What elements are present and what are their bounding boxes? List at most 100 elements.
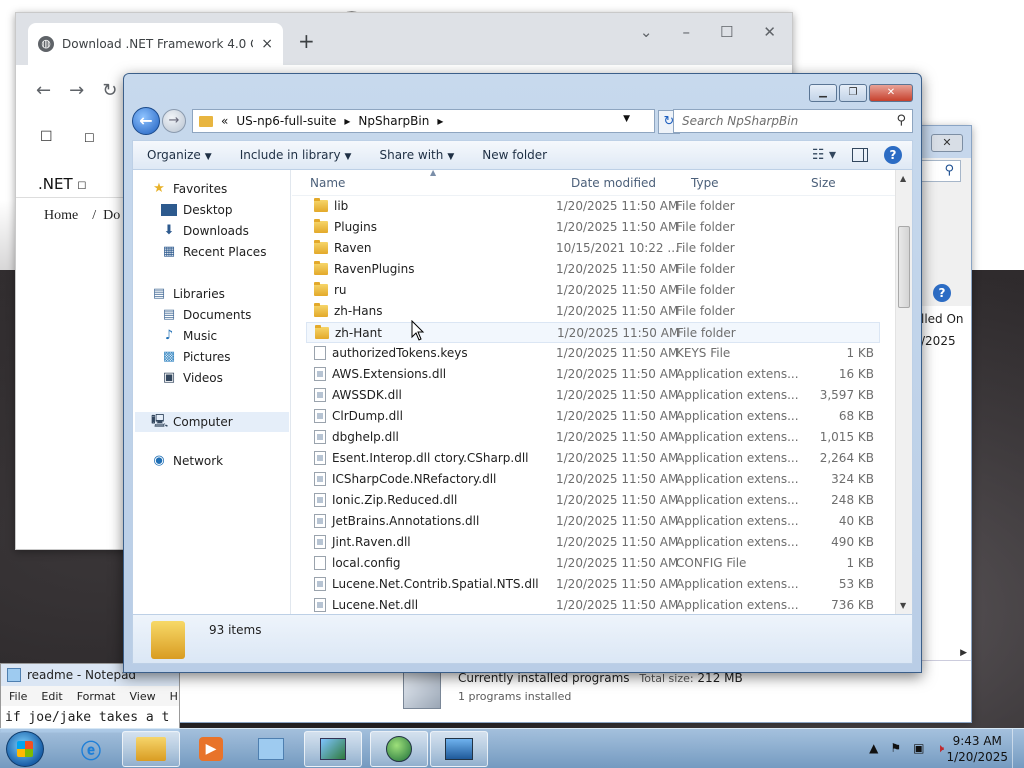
file-row[interactable]: zh-Hans 1/20/2025 11:50 AM File folder [306,301,880,322]
chrome-tab[interactable]: ◍ Download .NET Framework 4.0 C × [28,23,283,65]
close-icon[interactable]: ✕ [763,23,776,41]
file-row[interactable]: RavenPlugins 1/20/2025 11:50 AM File folde… [306,259,880,280]
maximize-button[interactable]: ❐ [839,84,867,102]
forward-arrow-icon[interactable]: → [69,80,84,101]
control-panel-button[interactable] [304,731,362,767]
file-row[interactable]: JetBrains.Annotations.dll 1/20/2025 11:50… [306,511,880,532]
forward-button[interactable]: → [162,109,186,133]
windows-explorer-button[interactable] [122,731,180,767]
address-bar[interactable]: « US-np6-full-suite ▸ NpSharpBin ▸ ▼ ↻ [192,109,680,134]
clock[interactable]: 9:43 AM 1/20/2025 [946,733,1008,765]
reload-icon[interactable]: ↻ [102,80,117,101]
file-row[interactable]: Jint.Raven.dll 1/20/2025 11:50 AM Applicat… [306,532,880,553]
tab-close-icon[interactable]: × [261,36,273,52]
nav-downloads[interactable]: ⬇ Downloads [161,224,249,239]
notepad-taskbar-button[interactable] [242,731,300,767]
file-row[interactable]: ru 1/20/2025 11:50 AM File folder [306,280,880,301]
file-row[interactable]: ICSharpCode.NRefactory.dll 1/20/2025 11:5… [306,469,880,490]
file-row[interactable]: Esent.Interop.dll ctory.CSharp.dll 1/20/2… [306,448,880,469]
media-player-button[interactable]: ▶ [182,731,240,767]
network-icon[interactable]: ▣ [913,741,924,756]
nav-network[interactable]: ◉ Network [151,454,223,469]
notepad-window[interactable]: readme - Notepad File Edit Format View H… [0,663,180,733]
breadcrumb-home[interactable]: Home [44,208,78,223]
explorer-window[interactable]: ▁ ❐ ✕ ← → « US-np6-full-suite ▸ NpSharpB… [123,73,922,673]
scroll-right-arrow-icon[interactable]: ▶ [960,648,967,658]
file-row[interactable]: AWS.Extensions.dll 1/20/2025 11:50 AM Appl… [306,364,880,385]
remote-desktop-button[interactable] [430,731,488,767]
show-hidden-icons-icon[interactable]: ▲ [869,741,878,756]
nav-favorites[interactable]: ★ Favorites [151,182,227,197]
scrollbar-thumb[interactable] [898,226,910,308]
chevron-right-icon[interactable]: ▸ [437,114,443,128]
file-row[interactable]: Plugins 1/20/2025 11:50 AM File folder [306,217,880,238]
nav-documents[interactable]: ▤ Documents [161,308,252,323]
scroll-up-arrow-icon[interactable]: ▲ [900,174,906,183]
scroll-down-arrow-icon[interactable]: ▼ [900,601,906,610]
app-button[interactable] [370,731,428,767]
file-row[interactable]: Lucene.Net.Contrib.Spatial.NTS.dll 1/20/2… [306,574,880,595]
address-overflow[interactable]: « [221,114,228,128]
breadcrumb-next[interactable]: Do [103,208,120,223]
minimize-button[interactable]: ▁ [809,84,837,102]
close-button[interactable]: ✕ [931,134,963,152]
address-segment[interactable]: NpSharpBin [358,114,429,128]
file-row[interactable]: local.config 1/20/2025 11:50 AM CONFIG Fil… [306,553,880,574]
column-header-name[interactable]: Name [310,176,345,190]
back-arrow-icon[interactable]: ← [36,80,51,101]
address-dropdown-icon[interactable]: ▼ [623,114,630,124]
nav-recent-places[interactable]: ▦ Recent Places [161,245,267,260]
file-row[interactable]: Raven 10/15/2021 10:22 ... File folder [306,238,880,259]
file-row[interactable]: Ionic.Zip.Reduced.dll 1/20/2025 11:50 AM A… [306,490,880,511]
notepad-text-area[interactable]: if joe/jake takes a t [1,706,179,729]
minimize-icon[interactable]: – [682,23,690,41]
dll-file-icon [314,472,326,486]
nav-pictures[interactable]: ▩ Pictures [161,350,231,365]
internet-explorer-button[interactable]: ⓔ [62,731,120,767]
column-header-type[interactable]: Type [691,176,719,190]
new-folder-button[interactable]: New folder [468,148,561,162]
search-icon[interactable]: ⚲ [896,113,906,128]
search-box[interactable]: Search NpSharpBin ⚲ [673,109,913,133]
volume-muted-icon[interactable]: 🕨 [936,741,944,756]
close-button[interactable]: ✕ [869,84,913,102]
file-row[interactable]: lib 1/20/2025 11:50 AM File folder [306,196,880,217]
nav-videos[interactable]: ▣ Videos [161,371,223,386]
nav-desktop[interactable]: Desktop [161,203,233,217]
show-desktop-button[interactable] [1012,729,1024,768]
menu-format[interactable]: Format [77,690,116,703]
nav-music[interactable]: ♪ Music [161,329,217,344]
file-row[interactable]: dbghelp.dll 1/20/2025 11:50 AM Application… [306,427,880,448]
share-with-button[interactable]: Share with ▼ [365,148,468,162]
menu-help[interactable]: H [170,690,178,703]
file-row[interactable]: Lucene.Net.dll 1/20/2025 11:50 AM Applicat… [306,595,880,614]
start-button[interactable] [6,731,44,767]
view-options-icon[interactable]: ☷ ▾ [812,147,836,163]
organize-button[interactable]: Organize ▼ [133,148,226,162]
flag-icon[interactable]: ⚑ [890,741,901,756]
address-segment[interactable]: US-np6-full-suite [236,114,336,128]
nav-computer[interactable]: 🖳 Computer [135,412,289,432]
search-input[interactable]: Search NpSharpBin [682,114,798,128]
chevron-right-icon[interactable]: ▸ [344,114,350,128]
file-row[interactable]: AWSSDK.dll 1/20/2025 11:50 AM Application … [306,385,880,406]
help-icon[interactable]: ? [884,146,902,164]
file-row[interactable]: ClrDump.dll 1/20/2025 11:50 AM Application… [306,406,880,427]
menu-view[interactable]: View [130,690,156,703]
preview-pane-icon[interactable] [852,148,868,162]
column-header-size[interactable]: Size [811,176,836,190]
nav-libraries[interactable]: ▤ Libraries [151,287,225,302]
column-header-installed-on[interactable]: lled On [919,306,971,332]
back-button[interactable]: ← [132,107,160,135]
file-row[interactable]: authorizedTokens.keys 1/20/2025 11:50 AM K… [306,343,880,364]
vertical-scrollbar[interactable]: ▲ ▼ [895,170,912,614]
help-icon[interactable]: ? [933,284,951,302]
column-header-date[interactable]: Date modified [571,176,656,190]
menu-edit[interactable]: Edit [41,690,62,703]
chevron-down-icon[interactable]: ⌄ [640,23,653,41]
new-tab-button[interactable]: + [298,29,315,53]
maximize-icon[interactable]: ☐ [720,23,733,41]
file-row[interactable]: zh-Hant 1/20/2025 11:50 AM File folder [306,322,880,343]
menu-file[interactable]: File [9,690,27,703]
include-in-library-button[interactable]: Include in library ▼ [226,148,366,162]
